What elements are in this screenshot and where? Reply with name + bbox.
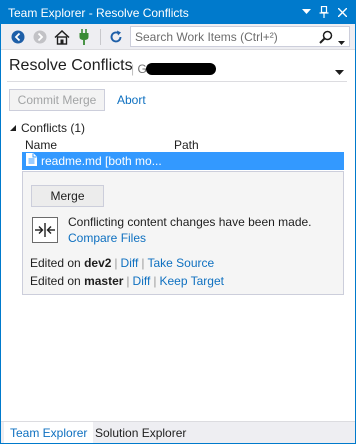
bottom-tab-strip: Team Explorer Solution Explorer bbox=[1, 421, 355, 443]
search-icon[interactable] bbox=[319, 30, 333, 47]
target-diff-link[interactable]: Diff bbox=[133, 274, 151, 288]
column-header-path[interactable]: Path bbox=[174, 138, 199, 152]
commit-merge-button[interactable]: Commit Merge bbox=[9, 89, 105, 111]
target-prefix: Edited on bbox=[30, 274, 81, 288]
search-input[interactable] bbox=[131, 27, 311, 46]
page-menu-dropdown-icon[interactable] bbox=[335, 64, 344, 78]
conflicts-heading: Conflicts (1) bbox=[21, 121, 86, 135]
compare-files-link[interactable]: Compare Files bbox=[68, 231, 146, 245]
conflicts-section-header[interactable]: Conflicts (1) bbox=[9, 121, 85, 135]
refresh-icon[interactable] bbox=[107, 27, 125, 47]
tab-solution-explorer[interactable]: Solution Explorer bbox=[89, 422, 192, 443]
back-arrow-icon[interactable] bbox=[9, 27, 27, 47]
connect-plug-icon[interactable] bbox=[75, 27, 93, 47]
take-source-link[interactable]: Take Source bbox=[147, 256, 214, 270]
home-icon[interactable] bbox=[53, 27, 71, 47]
source-prefix: Edited on bbox=[30, 256, 81, 270]
source-diff-link[interactable]: Diff bbox=[121, 256, 139, 270]
pin-icon[interactable] bbox=[316, 4, 332, 20]
collapse-triangle-icon[interactable] bbox=[9, 121, 17, 135]
keep-target-link[interactable]: Keep Target bbox=[159, 274, 224, 288]
source-branch: dev2 bbox=[84, 256, 112, 270]
window-title: Team Explorer - Resolve Conflicts bbox=[8, 5, 189, 20]
conflict-details-panel: Merge Conflicting content changes have b… bbox=[22, 171, 344, 295]
toolbar bbox=[1, 24, 355, 50]
team-explorer-window: Team Explorer - Resolve Conflicts Search… bbox=[0, 0, 356, 444]
window-menu-dropdown-icon[interactable] bbox=[298, 4, 314, 20]
file-icon bbox=[26, 153, 37, 169]
close-icon[interactable] bbox=[334, 4, 350, 20]
conflict-file-row[interactable]: readme.md [both mo... bbox=[22, 152, 344, 170]
merge-button[interactable]: Merge bbox=[31, 185, 104, 207]
source-edit-line: Edited on dev2 | Diff | Take Source bbox=[30, 256, 215, 270]
merge-conflict-icon bbox=[32, 217, 58, 243]
page-title: Resolve Conflicts bbox=[9, 57, 133, 74]
title-bar: Team Explorer - Resolve Conflicts bbox=[1, 1, 355, 24]
header-divider bbox=[7, 81, 347, 82]
tab-team-explorer[interactable]: Team Explorer bbox=[4, 422, 94, 443]
search-work-items-box[interactable] bbox=[130, 26, 350, 47]
column-header-name[interactable]: Name bbox=[25, 138, 57, 152]
search-dropdown-icon[interactable] bbox=[338, 34, 345, 48]
redacted-repository-name bbox=[146, 63, 216, 75]
conflict-message: Conflicting content changes have been ma… bbox=[68, 215, 312, 229]
conflict-file-name: readme.md [both mo... bbox=[41, 154, 162, 168]
target-edit-line: Edited on master | Diff | Keep Target bbox=[30, 274, 224, 288]
target-branch: master bbox=[84, 274, 124, 288]
forward-arrow-icon[interactable] bbox=[31, 27, 49, 47]
toolbar-separator bbox=[100, 29, 101, 45]
abort-link[interactable]: Abort bbox=[117, 93, 146, 107]
